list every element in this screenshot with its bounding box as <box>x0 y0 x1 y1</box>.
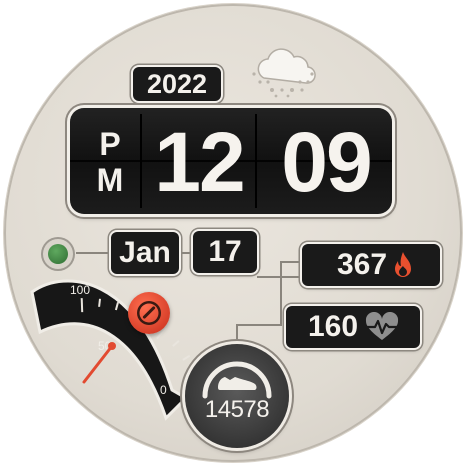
shoe-icon <box>218 377 257 390</box>
ampm-indicator: P M <box>93 126 127 198</box>
connector-line <box>280 261 302 263</box>
minute-digits: 09 <box>281 114 372 209</box>
day-display[interactable]: 17 <box>193 231 257 273</box>
weather-widget[interactable] <box>242 46 326 102</box>
gauge-needle-hub <box>108 342 116 350</box>
status-light <box>48 244 68 264</box>
heart-pulse-icon <box>366 312 399 340</box>
red-control-knob[interactable] <box>128 292 170 334</box>
ampm-top-letter: P <box>99 126 121 162</box>
heart-rate-value: 160 <box>308 310 359 343</box>
flip-divider <box>255 114 257 208</box>
calories-value: 367 <box>337 248 388 281</box>
gauge-tick <box>98 298 101 307</box>
calories-complication[interactable]: 367 <box>302 244 440 286</box>
gauge-tick <box>80 298 84 313</box>
flip-divider <box>140 114 142 208</box>
ampm-bottom-letter: M <box>96 162 124 198</box>
status-indicator[interactable] <box>41 237 75 271</box>
year-display[interactable]: 2022 <box>133 67 221 101</box>
steps-value: 14578 <box>204 396 270 423</box>
connector-line <box>178 252 193 254</box>
gauge-min-label: 0 <box>160 383 167 397</box>
connector-line <box>236 324 282 326</box>
hour-digits: 12 <box>154 114 245 209</box>
gauge-tick <box>172 340 180 347</box>
battery-gauge[interactable]: 100 50 0 <box>26 270 190 424</box>
gauge-max-label: 100 <box>70 283 90 297</box>
watch-face: 2022 P M 12 09 Jan 17 367 160 100 50 0 1… <box>4 4 462 462</box>
cloud-rain-icon <box>252 48 316 98</box>
heart-rate-complication[interactable]: 160 <box>286 306 420 348</box>
flame-icon <box>395 252 412 277</box>
connector-line <box>76 252 111 254</box>
connector-line <box>280 261 282 325</box>
month-display[interactable]: Jan <box>111 232 179 274</box>
connector-line <box>236 324 238 344</box>
